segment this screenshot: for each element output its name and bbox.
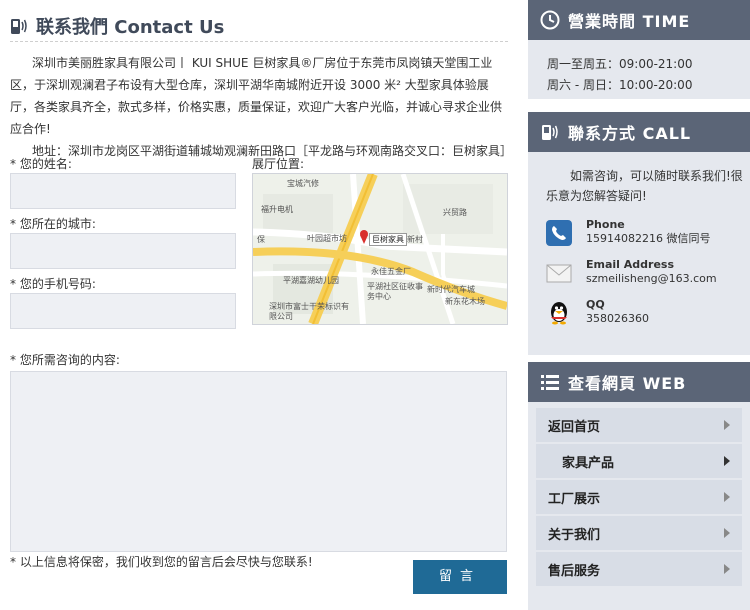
time-header: 營業時間 TIME: [528, 0, 750, 40]
nav-item-label: 售后服务: [548, 563, 601, 579]
qq-title: QQ: [586, 298, 605, 311]
nav-item-products[interactable]: 家具产品: [536, 444, 742, 478]
nav-item-label: 家具产品: [562, 455, 615, 471]
chevron-right-icon: [724, 528, 730, 538]
call-title: 聯系方式 CALL: [568, 124, 692, 143]
chevron-right-icon: [724, 420, 730, 430]
map-label-1: 福升电机: [261, 205, 293, 214]
map-label-9: 新时代汽车城: [427, 285, 475, 294]
showroom-map[interactable]: 宝城汽修 福升电机 兴贸路 叶园超市坊 观新村 巨树家具 永佳五金厂 平湖嘉湖幼…: [252, 173, 508, 325]
time-title: 營業時間 TIME: [568, 12, 691, 31]
company-intro: 深圳市美丽胜家具有限公司丨 KUI SHUE 巨树家具®厂房位于东莞市凤岗镇天堂…: [10, 52, 512, 162]
weekend-hours: 周六 - 周日：10:00-20:00: [547, 78, 693, 92]
contact-section: 联系我們 Contact Us 深圳市美丽胜家具有限公司丨 KUI SHUE 巨…: [10, 10, 512, 594]
nav-item-label: 返回首页: [548, 419, 601, 435]
email-value[interactable]: szmeilisheng@163.com: [586, 272, 717, 286]
phone-input[interactable]: [10, 293, 236, 329]
city-input[interactable]: [10, 233, 236, 269]
contact-title-bar: 联系我們 Contact Us: [10, 10, 508, 42]
web-header: 查看網頁 WEB: [528, 362, 750, 402]
map-label-3: 叶园超市坊: [307, 234, 347, 243]
map-label-11: 深圳市富士干荣标识有限公司: [269, 302, 349, 321]
phone-signal-icon: [540, 122, 560, 142]
map-label-0: 宝城汽修: [287, 179, 319, 188]
weekday-hours: 周一至周五：09:00-21:00: [547, 57, 693, 71]
name-input[interactable]: [10, 173, 236, 209]
map-marker-label: 巨树家具: [369, 233, 407, 246]
phone-signal-icon: [10, 16, 28, 36]
envelope-icon: [546, 260, 572, 286]
submit-button[interactable]: 留言: [413, 560, 507, 594]
nav-item-service[interactable]: 售后服务: [536, 552, 742, 586]
nav-item-label: 工厂展示: [548, 491, 601, 507]
call-body: 如需咨询，可以随时联系我们!很乐意为您解答疑问! Phone 159140822…: [528, 152, 750, 355]
content-label: * 您所需咨询的内容:: [10, 353, 120, 367]
nav-item-label: 关于我们: [548, 527, 601, 543]
nav-item-home[interactable]: 返回首页: [536, 408, 742, 442]
map-label-6: 永佳五金厂: [371, 267, 411, 276]
map-label-8: 平湖社区征收事务中心: [367, 282, 423, 301]
qq-value: 358026360: [586, 312, 649, 325]
map-label-7: 平湖嘉湖幼儿园: [283, 276, 339, 285]
contact-form: * 您的姓名: * 您所在的城市: * 您的手机号码: 展厅位置: 宝城汽修 福…: [10, 155, 508, 594]
qq-penguin-icon: [546, 300, 572, 326]
chevron-right-icon: [724, 492, 730, 502]
phone-row: Phone 15914082216 微信同号: [546, 218, 750, 246]
call-intro: 如需咨询，可以随时联系我们!很乐意为您解答疑问!: [546, 169, 743, 203]
clock-icon: [540, 10, 560, 30]
phone-icon: [546, 220, 572, 246]
chevron-right-icon: [724, 456, 730, 466]
web-title: 查看網頁 WEB: [568, 374, 687, 393]
privacy-note: * 以上信息将保密，我们收到您的留言后会尽快与您联系!: [10, 555, 313, 569]
time-body: 周一至周五：09:00-21:00 周六 - 周日：10:00-20:00: [528, 40, 750, 99]
showroom-label: 展厅位置:: [252, 157, 305, 171]
map-label-2: 兴贸路: [443, 208, 467, 217]
qq-row: QQ 358026360: [546, 298, 750, 326]
map-label-12: 保: [257, 235, 265, 244]
list-icon: [540, 372, 560, 392]
phone-value: 15914082216 微信同号: [586, 232, 711, 245]
email-row: Email Address szmeilisheng@163.com: [546, 258, 750, 286]
nav-item-factory[interactable]: 工厂展示: [536, 480, 742, 514]
contact-title: 联系我們 Contact Us: [36, 16, 225, 38]
content-textarea[interactable]: [10, 371, 507, 552]
nav-item-about[interactable]: 关于我们: [536, 516, 742, 550]
intro-text: 深圳市美丽胜家具有限公司丨 KUI SHUE 巨树家具®厂房位于东莞市凤岗镇天堂…: [10, 56, 503, 136]
web-nav: 返回首页 家具产品 工厂展示 关于我们 售后服务: [528, 402, 750, 610]
email-title: Email Address: [586, 258, 675, 271]
map-label-10: 新东花木场: [445, 297, 485, 306]
phone-title: Phone: [586, 218, 625, 231]
sidebar: 營業時間 TIME 周一至周五：09:00-21:00 周六 - 周日：10:0…: [528, 0, 750, 610]
chevron-right-icon: [724, 564, 730, 574]
call-header: 聯系方式 CALL: [528, 112, 750, 152]
showroom-map-box: 展厅位置: 宝城汽修 福升电机 兴贸路 叶园超市坊 观新村 巨树家具 永佳五金厂…: [252, 155, 508, 325]
